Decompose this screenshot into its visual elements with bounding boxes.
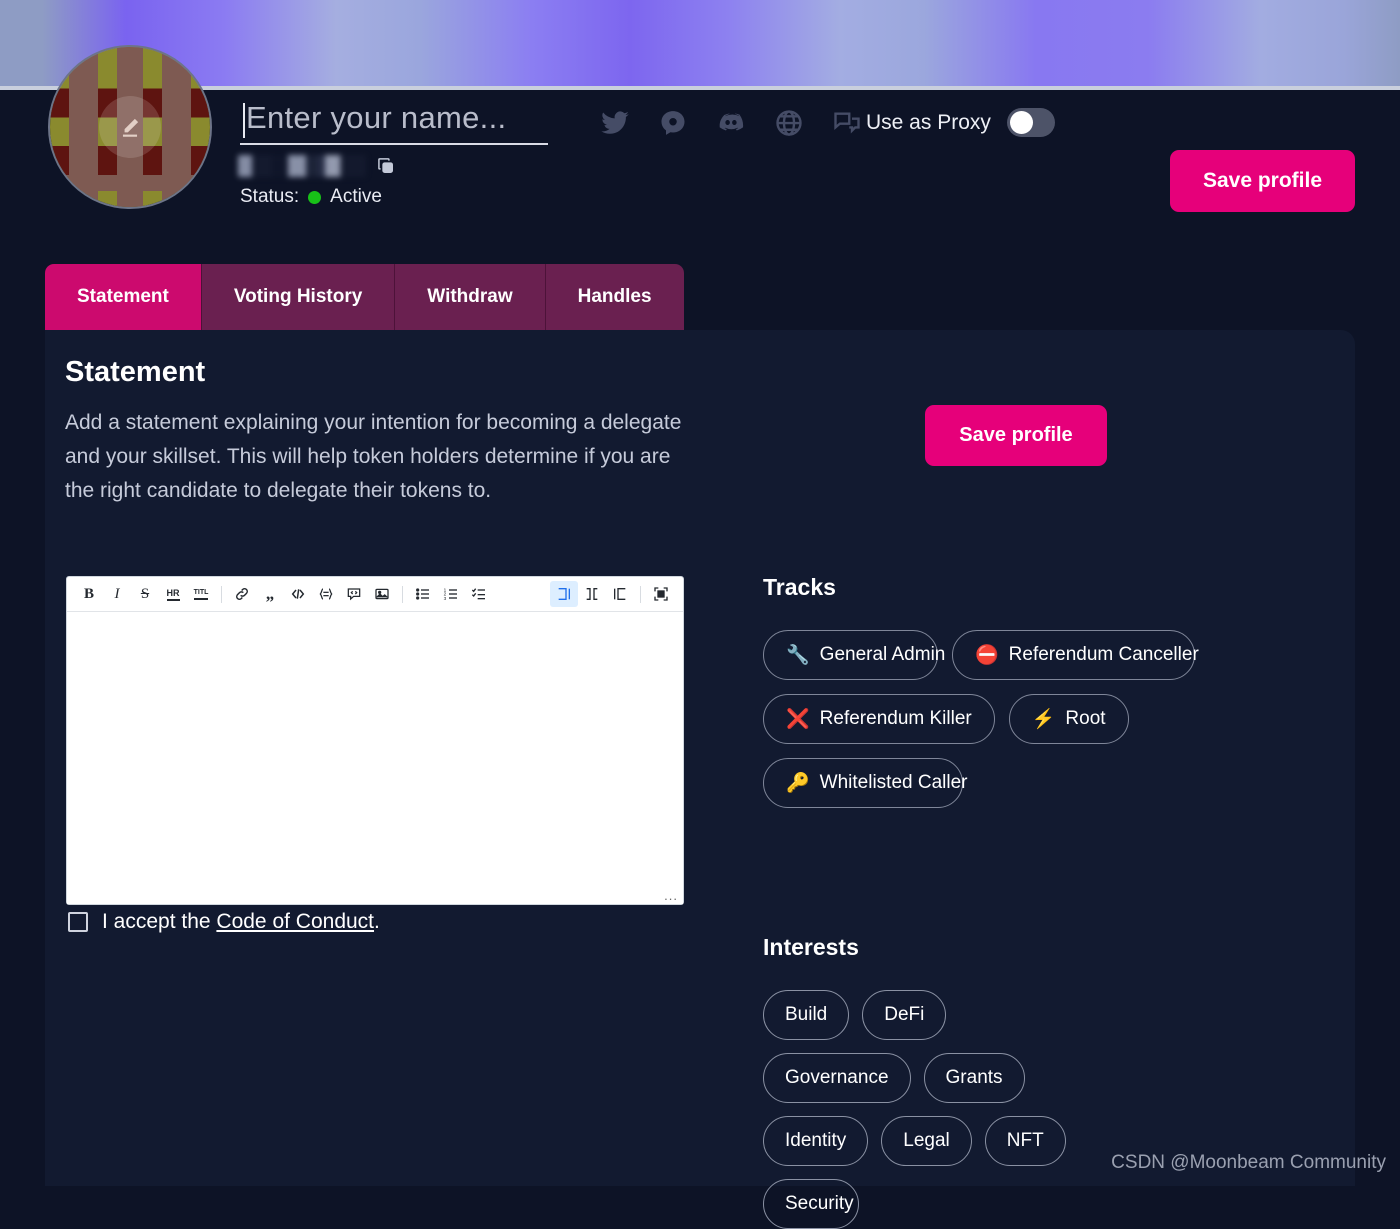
wallet-address-masked bbox=[238, 155, 366, 177]
split-view-icon[interactable] bbox=[578, 581, 606, 607]
resize-handle[interactable]: ... bbox=[664, 889, 678, 902]
interest-chip-grants[interactable]: Grants bbox=[924, 1053, 1025, 1103]
interest-chip-identity[interactable]: Identity bbox=[763, 1116, 868, 1166]
conduct-text-before: I accept the bbox=[102, 910, 216, 933]
track-label: Referendum Canceller bbox=[1009, 644, 1199, 666]
statement-description: Add a statement explaining your intentio… bbox=[65, 406, 705, 508]
interest-chip-defi[interactable]: DeFi bbox=[862, 990, 946, 1040]
ordered-list-icon[interactable]: 123 bbox=[437, 581, 465, 607]
code-icon[interactable] bbox=[284, 581, 312, 607]
avatar[interactable] bbox=[48, 45, 212, 209]
editor-toolbar: B I S HR TITL „ 123 bbox=[67, 577, 683, 612]
status-label: Status: bbox=[240, 186, 299, 208]
no-entry-icon: ⛔ bbox=[975, 646, 999, 665]
use-as-proxy-label: Use as Proxy bbox=[866, 111, 991, 135]
tracks-heading: Tracks bbox=[763, 574, 836, 601]
horizontal-rule-icon[interactable]: HR bbox=[159, 581, 187, 607]
tracks-list: 🔧 General Admin ⛔ Referendum Canceller ❌… bbox=[763, 630, 1213, 808]
key-icon: 🔑 bbox=[786, 774, 810, 793]
track-chip-root[interactable]: ⚡ Root bbox=[1009, 694, 1129, 744]
checklist-icon[interactable] bbox=[465, 581, 493, 607]
toolbar-divider bbox=[402, 586, 403, 603]
tab-handles[interactable]: Handles bbox=[546, 264, 684, 330]
strikethrough-icon[interactable]: S bbox=[131, 581, 159, 607]
code-of-conduct-text: I accept the Code of Conduct. bbox=[102, 910, 380, 934]
toolbar-divider bbox=[640, 586, 641, 603]
copy-icon[interactable] bbox=[376, 156, 396, 176]
tab-withdraw[interactable]: Withdraw bbox=[395, 264, 545, 330]
tab-statement[interactable]: Statement bbox=[45, 264, 202, 330]
comment-code-icon[interactable] bbox=[340, 581, 368, 607]
track-chip-referendum-canceller[interactable]: ⛔ Referendum Canceller bbox=[952, 630, 1195, 680]
status-row: Status: Active bbox=[240, 186, 382, 208]
toolbar-divider bbox=[221, 586, 222, 603]
twitter-icon[interactable] bbox=[600, 108, 630, 138]
status-value: Active bbox=[330, 186, 382, 208]
interests-heading: Interests bbox=[763, 934, 859, 961]
use-as-proxy-control: Use as Proxy bbox=[866, 108, 1055, 137]
image-icon[interactable] bbox=[368, 581, 396, 607]
use-as-proxy-toggle[interactable] bbox=[1007, 108, 1055, 137]
element-icon[interactable] bbox=[658, 108, 688, 138]
track-label: Whitelisted Caller bbox=[820, 772, 968, 794]
bullet-list-icon[interactable] bbox=[409, 581, 437, 607]
track-chip-referendum-killer[interactable]: ❌ Referendum Killer bbox=[763, 694, 995, 744]
cross-mark-icon: ❌ bbox=[786, 710, 810, 729]
forum-icon[interactable] bbox=[832, 108, 862, 138]
interest-chip-governance[interactable]: Governance bbox=[763, 1053, 911, 1103]
track-label: Referendum Killer bbox=[820, 708, 972, 730]
fullscreen-icon[interactable] bbox=[647, 581, 675, 607]
save-profile-button-panel[interactable]: Save profile bbox=[925, 405, 1107, 466]
markdown-editor-textarea[interactable]: ... bbox=[67, 612, 683, 904]
lightning-icon: ⚡ bbox=[1032, 710, 1056, 729]
code-of-conduct-checkbox[interactable] bbox=[68, 912, 88, 932]
discord-icon[interactable] bbox=[716, 108, 746, 138]
track-label: General Admin bbox=[820, 644, 946, 666]
interest-chip-legal[interactable]: Legal bbox=[881, 1116, 972, 1166]
link-icon[interactable] bbox=[228, 581, 256, 607]
italic-icon[interactable]: I bbox=[103, 581, 131, 607]
track-label: Root bbox=[1065, 708, 1105, 730]
name-field-wrapper bbox=[240, 100, 548, 145]
watermark: CSDN @Moonbeam Community bbox=[1111, 1152, 1386, 1174]
text-caret bbox=[243, 103, 245, 138]
name-input[interactable] bbox=[240, 100, 548, 145]
wallet-address-row bbox=[238, 155, 396, 177]
social-links bbox=[600, 108, 862, 138]
code-block-icon[interactable] bbox=[312, 581, 340, 607]
svg-text:3: 3 bbox=[444, 596, 447, 601]
interest-chip-nft[interactable]: NFT bbox=[985, 1116, 1066, 1166]
pencil-icon bbox=[117, 114, 143, 140]
track-chip-general-admin[interactable]: 🔧 General Admin bbox=[763, 630, 938, 680]
markdown-editor: B I S HR TITL „ 123 bbox=[66, 576, 684, 905]
tab-voting-history[interactable]: Voting History bbox=[202, 264, 395, 330]
banner-bottom-edge bbox=[0, 86, 1400, 90]
profile-tabs: Statement Voting History Withdraw Handle… bbox=[45, 264, 684, 330]
wrench-icon: 🔧 bbox=[786, 646, 810, 665]
code-of-conduct-row: I accept the Code of Conduct. bbox=[68, 910, 380, 934]
edit-view-icon[interactable] bbox=[550, 581, 578, 607]
save-profile-button-top[interactable]: Save profile bbox=[1170, 150, 1355, 212]
website-icon[interactable] bbox=[774, 108, 804, 138]
preview-view-icon[interactable] bbox=[606, 581, 634, 607]
page-title: Statement bbox=[65, 356, 205, 389]
track-chip-whitelisted-caller[interactable]: 🔑 Whitelisted Caller bbox=[763, 758, 963, 808]
toggle-knob bbox=[1010, 111, 1033, 134]
status-indicator-dot bbox=[308, 191, 321, 204]
avatar-edit-overlay[interactable] bbox=[99, 96, 161, 158]
quote-icon[interactable]: „ bbox=[256, 581, 284, 607]
interests-list: Build DeFi Governance Grants Identity Le… bbox=[763, 990, 1103, 1229]
profile-cover-banner bbox=[0, 0, 1400, 88]
title-icon[interactable]: TITL bbox=[187, 581, 215, 607]
code-of-conduct-link[interactable]: Code of Conduct bbox=[216, 910, 374, 933]
interest-chip-security[interactable]: Security bbox=[763, 1179, 859, 1229]
conduct-text-after: . bbox=[374, 910, 380, 933]
bold-icon[interactable]: B bbox=[75, 581, 103, 607]
interest-chip-build[interactable]: Build bbox=[763, 990, 849, 1040]
